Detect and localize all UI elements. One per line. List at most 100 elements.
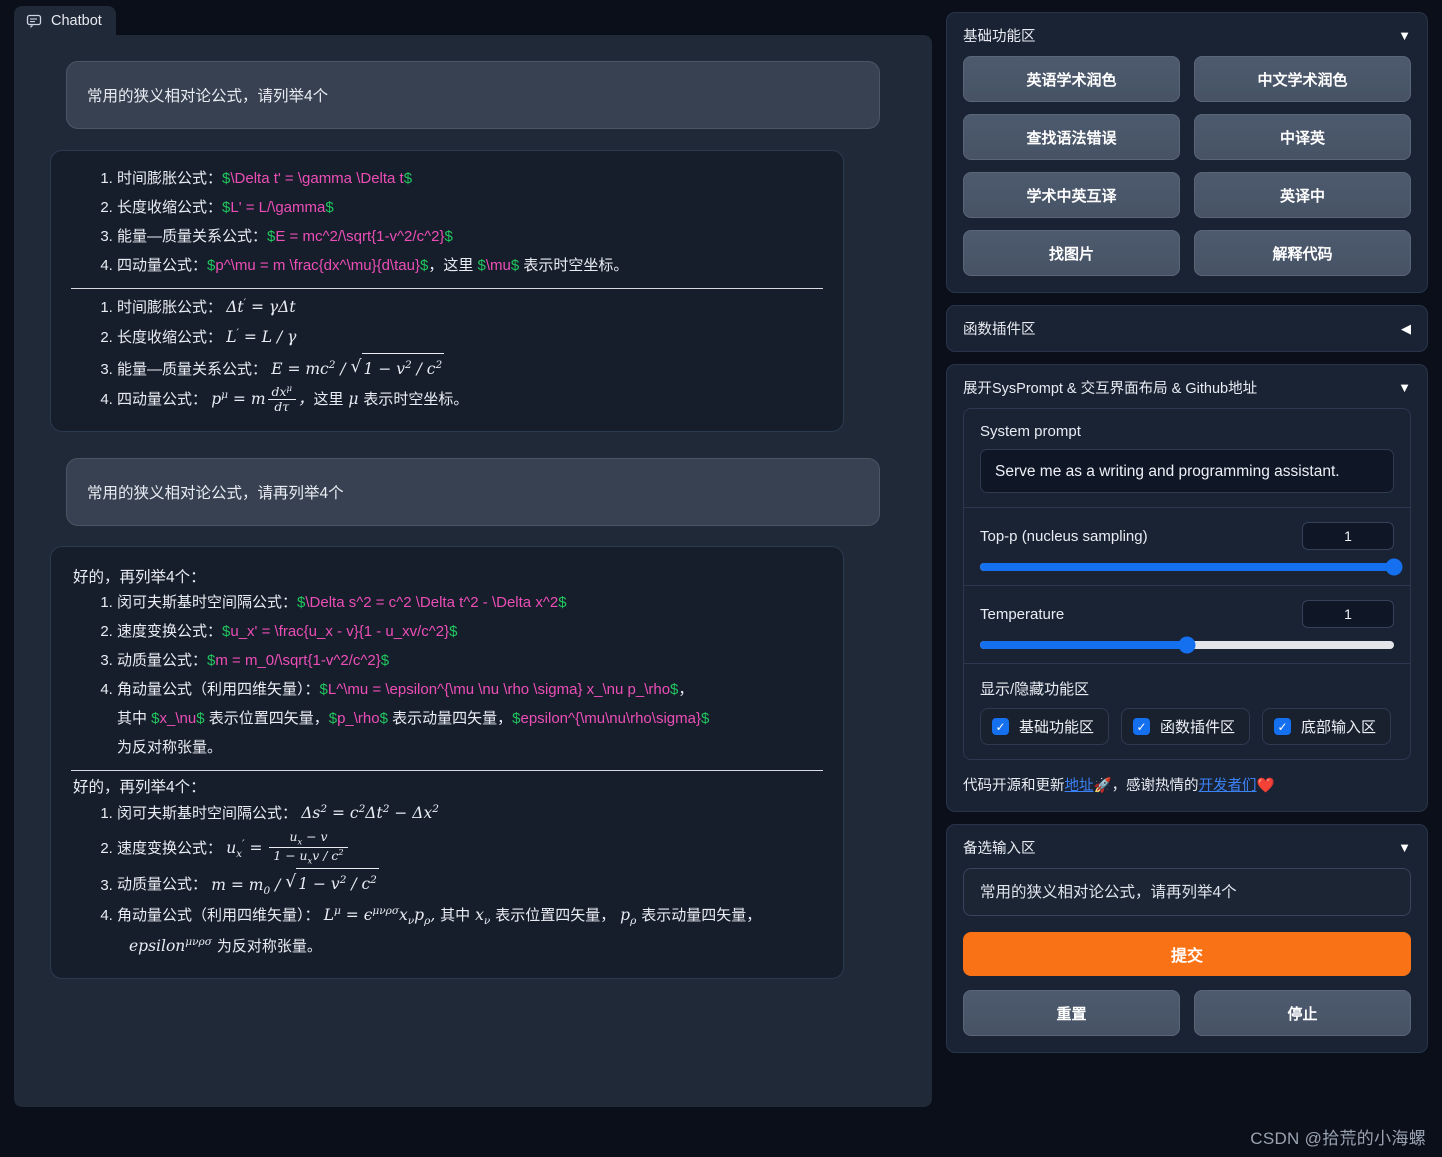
checkbox-basic-area[interactable]: ✓ 基础功能区: [980, 708, 1110, 745]
math-expression: pμ = m dxμ dτ ，这里 μ 表示时空坐标。: [211, 383, 469, 415]
user-message-text: 常用的狭义相对论公式，请列举4个: [87, 88, 329, 105]
visibility-checkbox-group: ✓ 基础功能区 ✓ 函数插件区 ✓ 底部输入区: [980, 708, 1394, 745]
list-item: 闵可夫斯基时空间隔公式：$\Delta s^2 = c^2 \Delta t^2…: [117, 589, 823, 618]
submit-button[interactable]: 提交: [963, 932, 1411, 976]
item-label: 时间膨胀公式：: [117, 170, 223, 187]
chevron-down-icon[interactable]: ▼: [1398, 841, 1411, 854]
item-label: 速度变换公式：: [117, 623, 223, 641]
chat-scroll-area[interactable]: 常用的狭义相对论公式，请列举4个 时间膨胀公式：$\Delta t' = \ga…: [14, 35, 932, 1107]
alt-input-panel: 备选输入区 ▼ 常用的狭义相对论公式，请再列举4个 提交 重置 停止: [946, 824, 1428, 1053]
developers-link[interactable]: 开发者们: [1199, 778, 1257, 794]
secondary-buttons: 重置 停止: [963, 990, 1411, 1036]
divider: [71, 769, 823, 771]
item-label: 四动量公式：: [117, 391, 208, 409]
item-label: 动质量公式：: [117, 652, 208, 670]
rendered-math-list: 闵可夫斯基时空间隔公式： Δs2 = c2Δt2 − Δx2 速度变换公式： u…: [71, 799, 823, 962]
list-item: 速度变换公式： ux′ = ux − v1 − uxv / c2: [117, 829, 823, 869]
system-prompt-label: System prompt: [980, 423, 1081, 440]
chevron-down-icon[interactable]: ▼: [1398, 381, 1411, 394]
checkbox-plugin-area[interactable]: ✓ 函数插件区: [1121, 708, 1251, 745]
list-item: 时间膨胀公式： Δt′ = γΔt: [117, 293, 823, 323]
temperature-slider-fill: [980, 641, 1187, 649]
math-expression: Lμ = ϵμνρσxνpρ, 其中 xν 表示位置四矢量， pρ 表示动量四矢…: [323, 904, 762, 928]
system-prompt-input[interactable]: Serve me as a writing and programming as…: [980, 449, 1394, 493]
item-label: 四动量公式：: [117, 256, 208, 274]
list-item: 时间膨胀公式：$\Delta t' = \gamma \Delta t$: [117, 165, 823, 194]
tab-chatbot[interactable]: Chatbot: [14, 6, 116, 36]
list-item: 能量—质量关系公式： E = mc2 / 1 − v2 / c2: [117, 351, 823, 385]
func-button-explain-code[interactable]: 解释代码: [1194, 230, 1411, 276]
topp-value-input[interactable]: 1: [1302, 522, 1394, 550]
func-button-find-grammar-errors[interactable]: 查找语法错误: [963, 114, 1180, 160]
chat-bubble-icon: [26, 13, 42, 29]
list-item: 能量—质量关系公式：$E = mc^2/\sqrt{1-v^2/c^2}$: [117, 223, 823, 252]
topp-slider-thumb[interactable]: [1385, 558, 1403, 576]
list-item: 动质量公式： m = m0 / 1 − v2 / c2: [117, 866, 823, 901]
app-root: Chatbot 常用的狭义相对论公式，请列举4个 时间膨胀公式：$\Delta …: [0, 0, 1442, 1157]
basic-function-panel: 基础功能区 ▼ 英语学术润色 中文学术润色 查找语法错误 中译英 学术中英互译 …: [946, 12, 1428, 293]
list-item: 长度收缩公式： L′ = L / γ: [117, 323, 823, 353]
func-button-find-image[interactable]: 找图片: [963, 230, 1180, 276]
stop-button[interactable]: 停止: [1194, 990, 1411, 1036]
list-item: 速度变换公式：$u_x' = \frac{u_x - v}{1 - u_xv/c…: [117, 618, 823, 647]
alt-input-header[interactable]: 备选输入区 ▼: [963, 837, 1411, 858]
plugin-panel-header[interactable]: 函数插件区 ◀: [963, 318, 1411, 339]
chevron-left-icon[interactable]: ◀: [1401, 322, 1411, 335]
math-expression: ux′ = ux − v1 − uxv / c2: [226, 829, 349, 865]
visibility-toggles-label: 显示/隐藏功能区: [980, 681, 1090, 698]
raw-latex-list: 时间膨胀公式：$\Delta t' = \gamma \Delta t$ 长度收…: [71, 165, 823, 281]
user-message-text: 常用的狭义相对论公式，请再列举4个: [87, 485, 344, 503]
checkbox-label: 底部输入区: [1301, 719, 1377, 736]
topp-slider[interactable]: [980, 558, 1403, 576]
control-column: 基础功能区 ▼ 英语学术润色 中文学术润色 查找语法错误 中译英 学术中英互译 …: [946, 0, 1442, 1157]
list-item: 角动量公式（利用四维矢量）： Lμ = ϵμνρσxνpρ, 其中 xν 表示位…: [117, 901, 823, 962]
checkbox-label: 函数插件区: [1160, 719, 1236, 736]
reset-button[interactable]: 重置: [963, 990, 1180, 1036]
item-label: 角动量公式（利用四维矢量）：: [117, 907, 320, 925]
raw-latex-list: 闵可夫斯基时空间隔公式：$\Delta s^2 = c^2 \Delta t^2…: [71, 589, 823, 763]
repo-link[interactable]: 地址: [1065, 778, 1094, 794]
bot-message: 时间膨胀公式：$\Delta t' = \gamma \Delta t$ 长度收…: [50, 150, 844, 433]
basic-function-header[interactable]: 基础功能区 ▼: [963, 25, 1411, 46]
chat-column: Chatbot 常用的狭义相对论公式，请列举4个 时间膨胀公式：$\Delta …: [0, 0, 946, 1157]
bot-lead: 好的，再列举4个：: [73, 569, 206, 587]
func-button-chinese-polish[interactable]: 中文学术润色: [1194, 56, 1411, 102]
func-button-en-to-zh[interactable]: 英译中: [1194, 172, 1411, 218]
item-label: 动质量公式：: [117, 876, 208, 894]
item-label: 能量—质量关系公式：: [117, 361, 268, 379]
func-button-academic-translate[interactable]: 学术中英互译: [963, 172, 1180, 218]
prompt-input[interactable]: 常用的狭义相对论公式，请再列举4个: [963, 868, 1411, 916]
bot-rendered-lead: 好的，再列举4个：: [73, 778, 206, 796]
temperature-slider[interactable]: [980, 636, 1394, 654]
sysprompt-panel: 展开SysPrompt & 交互界面布局 & Github地址 ▼ System…: [946, 364, 1428, 812]
check-icon: ✓: [1133, 718, 1151, 735]
temperature-slider-thumb[interactable]: [1178, 636, 1196, 654]
item-label: 闵可夫斯基时空间隔公式：: [117, 804, 298, 822]
item-label: 时间膨胀公式：: [117, 298, 223, 316]
rocket-icon: 🚀: [1093, 778, 1112, 794]
topp-label: Top-p (nucleus sampling): [980, 527, 1148, 545]
list-item: 动质量公式：$m = m_0/\sqrt{1-v^2/c^2}$: [117, 647, 823, 676]
chevron-down-icon[interactable]: ▼: [1398, 29, 1411, 42]
item-label: 角动量公式（利用四维矢量）：: [117, 680, 320, 698]
temperature-row: Temperature 1: [964, 586, 1410, 664]
temperature-value-input[interactable]: 1: [1302, 600, 1394, 628]
topp-row: Top-p (nucleus sampling) 1: [964, 508, 1410, 586]
item-label: 能量—质量关系公式：: [117, 227, 268, 245]
list-item: 四动量公式： pμ = mdxμdτ，这里 μ 表示时空坐标。: [117, 383, 823, 415]
sysprompt-panel-title: 展开SysPrompt & 交互界面布局 & Github地址: [963, 381, 1258, 397]
alt-input-title: 备选输入区: [963, 841, 1036, 857]
credit-mid-text: ，感谢热情的: [1111, 778, 1199, 794]
item-label: 长度收缩公式：: [117, 198, 223, 216]
func-button-zh-to-en[interactable]: 中译英: [1194, 114, 1411, 160]
checkbox-bottom-input-area[interactable]: ✓ 底部输入区: [1262, 708, 1392, 745]
rendered-math-list: 时间膨胀公式： Δt′ = γΔt 长度收缩公式： L′ = L / γ 能量—…: [71, 293, 823, 415]
sysprompt-panel-header[interactable]: 展开SysPrompt & 交互界面布局 & Github地址 ▼: [963, 377, 1411, 398]
func-button-english-polish[interactable]: 英语学术润色: [963, 56, 1180, 102]
list-item: 闵可夫斯基时空间隔公式： Δs2 = c2Δt2 − Δx2: [117, 799, 823, 829]
bot-message: 好的，再列举4个： 闵可夫斯基时空间隔公式：$\Delta s^2 = c^2 …: [50, 546, 844, 979]
plugin-panel: 函数插件区 ◀: [946, 305, 1428, 352]
credit-pre-text: 代码开源和更新: [963, 778, 1065, 794]
basic-function-grid: 英语学术润色 中文学术润色 查找语法错误 中译英 学术中英互译 英译中 找图片 …: [963, 56, 1411, 276]
tab-label: Chatbot: [51, 13, 102, 29]
